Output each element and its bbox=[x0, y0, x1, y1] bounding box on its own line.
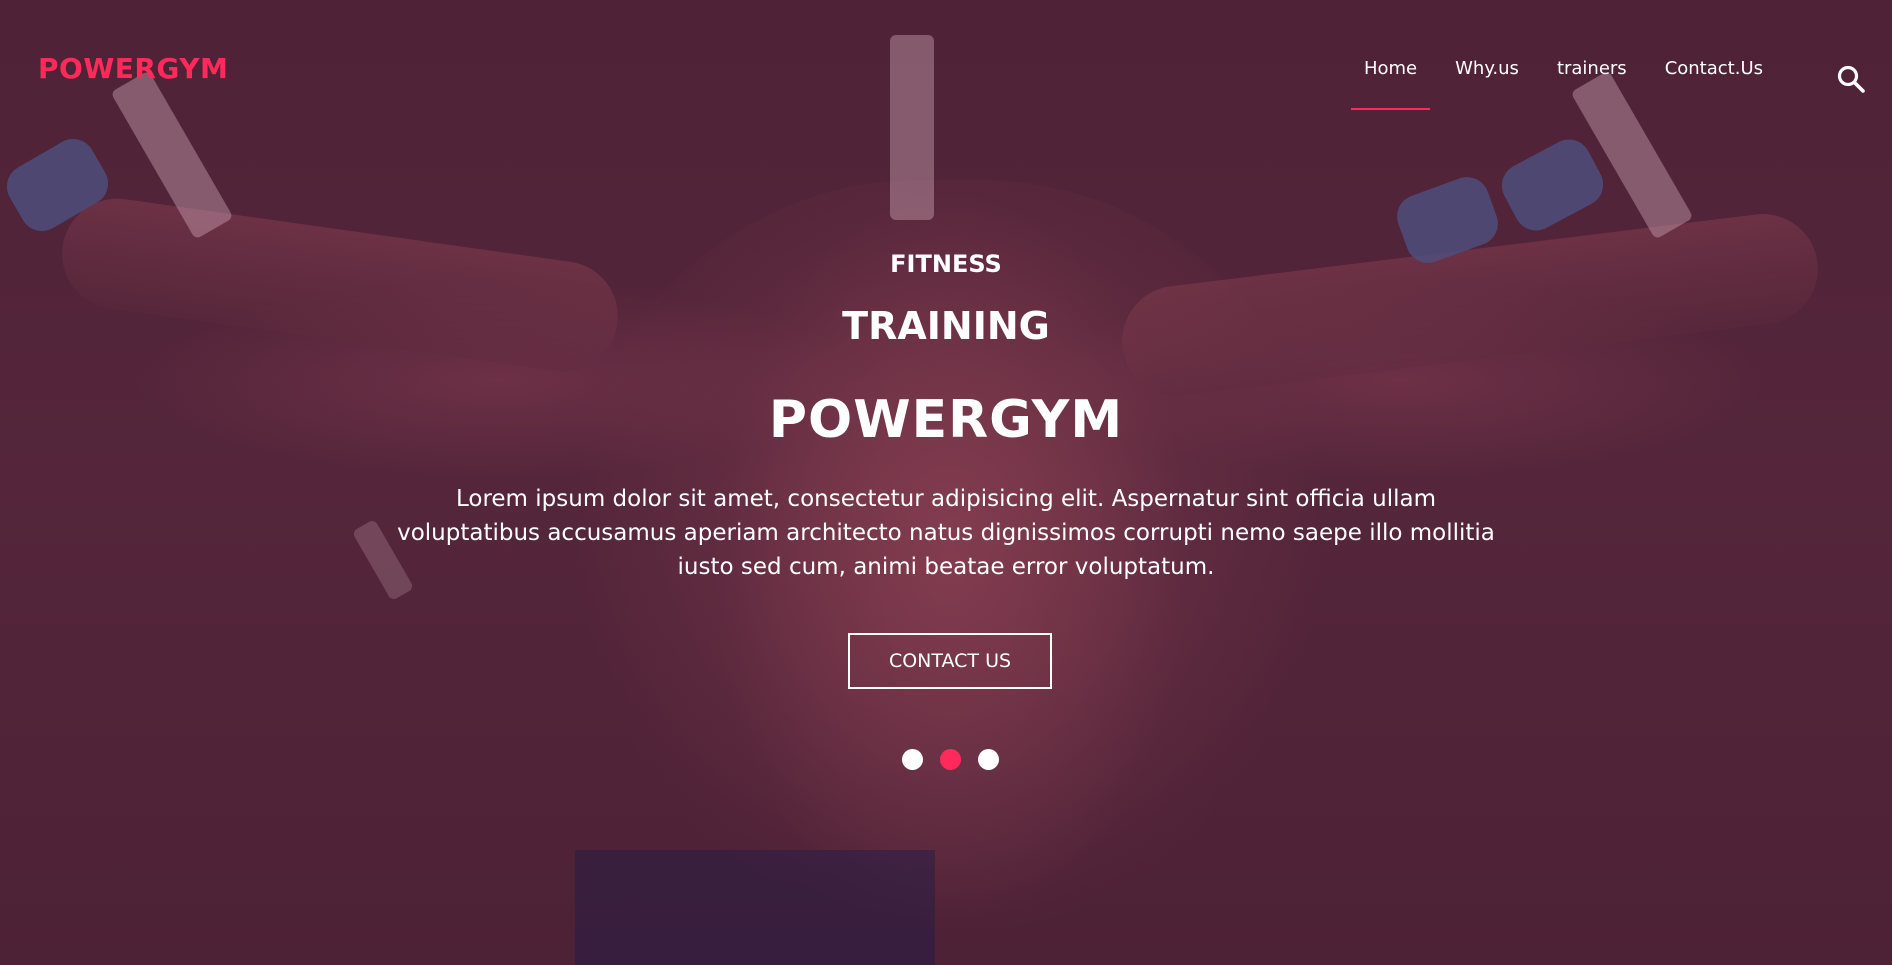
carousel-dot-1[interactable] bbox=[902, 749, 923, 770]
contact-us-button[interactable]: CONTACT US bbox=[848, 633, 1052, 689]
search-icon[interactable] bbox=[1836, 64, 1866, 94]
nav-item-contact-us[interactable]: Contact.Us bbox=[1646, 58, 1782, 79]
carousel-dot-2[interactable] bbox=[940, 749, 961, 770]
hero-section: POWERGYM Home Why.us trainers Contact.Us… bbox=[0, 0, 1892, 965]
main-nav: Home Why.us trainers Contact.Us bbox=[1345, 58, 1782, 110]
hero-kicker: FITNESS bbox=[890, 250, 1002, 278]
carousel-indicators bbox=[902, 749, 999, 770]
hero-description: Lorem ipsum dolor sit amet, consectetur … bbox=[397, 486, 1495, 580]
nav-item-home[interactable]: Home bbox=[1345, 58, 1436, 110]
hero-headline: POWERGYM bbox=[768, 390, 1124, 450]
hero-subtitle: TRAINING bbox=[842, 304, 1050, 348]
carousel-dot-3[interactable] bbox=[978, 749, 999, 770]
nav-item-trainers[interactable]: trainers bbox=[1538, 58, 1646, 79]
brand-logo[interactable]: POWERGYM bbox=[38, 52, 228, 85]
athlete-shorts bbox=[575, 850, 935, 965]
ceiling-light bbox=[890, 35, 934, 220]
nav-item-why-us[interactable]: Why.us bbox=[1436, 58, 1538, 79]
